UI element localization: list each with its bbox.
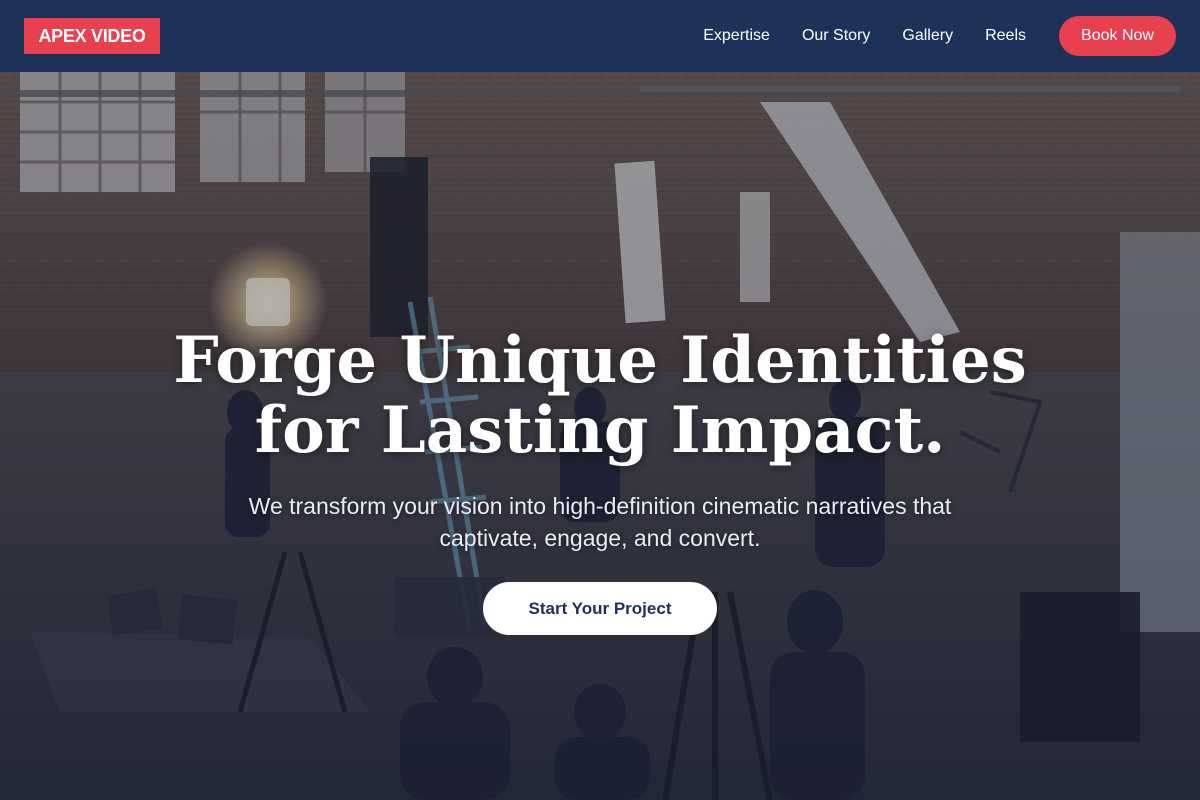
subtitle-line-1: We transform your vision into high-defin…: [248, 493, 952, 519]
headline-line-2: for Lasting Impact.: [254, 393, 946, 468]
headline-line-1: Forge Unique Identities: [173, 323, 1027, 398]
start-project-button[interactable]: Start Your Project: [483, 582, 717, 635]
nav-link-our-story[interactable]: Our Story: [802, 27, 870, 45]
logo[interactable]: APEX VIDEO: [24, 18, 160, 54]
subtitle-line-2: captivate, engage, and convert.: [439, 525, 761, 551]
hero-subtitle: We transform your vision into high-defin…: [190, 490, 1010, 554]
hero-section: Forge Unique Identities for Lasting Impa…: [0, 72, 1200, 800]
book-now-button[interactable]: Book Now: [1059, 16, 1176, 56]
nav-link-expertise[interactable]: Expertise: [703, 27, 770, 45]
site-header: APEX VIDEO Expertise Our Story Gallery R…: [0, 0, 1200, 72]
main-nav: Expertise Our Story Gallery Reels Book N…: [703, 16, 1176, 56]
hero-headline: Forge Unique Identities for Lasting Impa…: [100, 326, 1100, 466]
hero-content: Forge Unique Identities for Lasting Impa…: [0, 72, 1200, 800]
nav-link-reels[interactable]: Reels: [985, 27, 1026, 45]
nav-link-gallery[interactable]: Gallery: [902, 27, 953, 45]
